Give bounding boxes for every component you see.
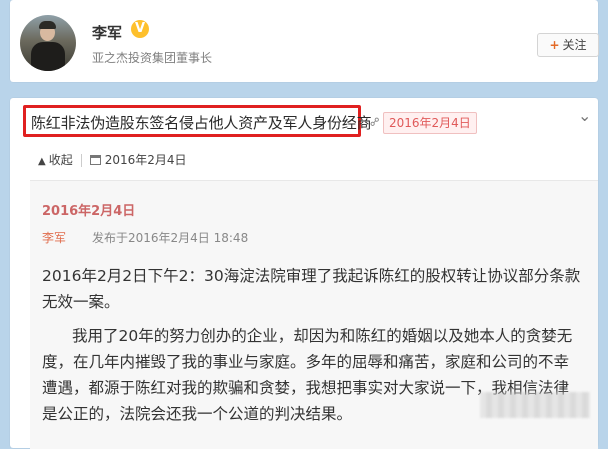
post-date-heading: 2016年2月4日 bbox=[42, 204, 136, 219]
article-date-tag: 2016年2月4日 bbox=[383, 112, 477, 134]
profile-subtitle: 亚之杰投资集团董事长 bbox=[92, 51, 213, 65]
collapse-button[interactable]: ▲ 收起 bbox=[38, 151, 73, 168]
avatar-figure-hair bbox=[39, 21, 56, 29]
post-author-link[interactable]: 李军 bbox=[42, 229, 66, 246]
profile-card: 李军 V 亚之杰投资集团董事长 + 关注 bbox=[10, 0, 599, 82]
chevron-down-icon[interactable]: ⌄ bbox=[578, 106, 591, 125]
post-paragraph: 2016年2月2日下午2：30海淀法院审理了我起诉陈红的股权转让协议部分条款无效… bbox=[42, 267, 581, 311]
avatar-figure-body bbox=[31, 42, 65, 71]
article-title[interactable]: 陈红非法伪造股东签名侵占他人资产及军人身份经商 bbox=[31, 112, 372, 133]
post-published-time: 发布于2016年2月4日 18:48 bbox=[92, 231, 249, 245]
article-meta-bar: ▲ 收起 2016年2月4日 bbox=[38, 151, 187, 168]
plus-icon: + bbox=[549, 38, 560, 52]
profile-name[interactable]: 李军 bbox=[92, 22, 122, 43]
article-title-highlight: 陈红非法伪造股东签名侵占他人资产及军人身份经商 bbox=[23, 105, 372, 137]
follow-label: 关注 bbox=[562, 38, 587, 52]
divider bbox=[80, 154, 82, 167]
follow-button[interactable]: + 关注 bbox=[537, 33, 599, 57]
collapse-arrow-icon: ▲ bbox=[38, 156, 46, 167]
collapse-label: 收起 bbox=[48, 153, 73, 167]
verified-badge-icon: V bbox=[131, 20, 149, 38]
blurred-watermark bbox=[480, 392, 590, 418]
avatar[interactable] bbox=[20, 15, 76, 71]
article-meta-date: 2016年2月4日 bbox=[104, 153, 187, 167]
calendar-icon bbox=[89, 155, 101, 165]
